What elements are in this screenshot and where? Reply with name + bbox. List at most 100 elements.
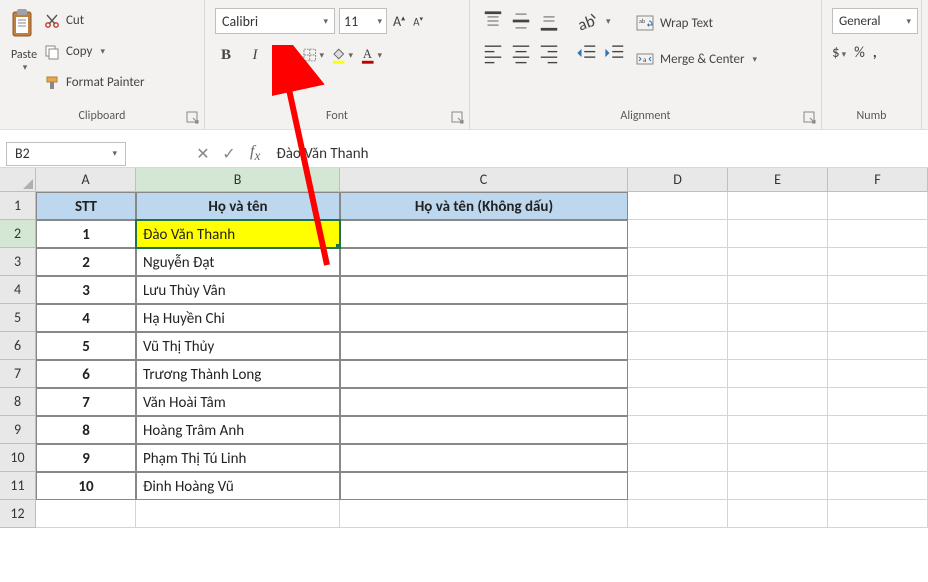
merge-center-button[interactable]: a Merge & Center ▾ — [636, 46, 757, 72]
cell-F5[interactable] — [828, 304, 928, 332]
cell-C5[interactable] — [340, 304, 628, 332]
cell-E11[interactable] — [728, 472, 828, 500]
cell-F7[interactable] — [828, 360, 928, 388]
increase-indent-button[interactable] — [604, 42, 626, 64]
column-header-E[interactable]: E — [728, 168, 828, 192]
cell-B9[interactable]: Hoàng Trâm Anh — [136, 416, 340, 444]
bold-button[interactable]: B — [215, 44, 237, 66]
cell-D1[interactable] — [628, 192, 728, 220]
borders-button[interactable]: ▾ — [302, 44, 324, 66]
currency-button[interactable]: $▾ — [832, 44, 846, 62]
column-header-B[interactable]: B — [136, 168, 340, 192]
cell-E6[interactable] — [728, 332, 828, 360]
fx-icon[interactable]: fx — [250, 143, 260, 164]
row-header-10[interactable]: 10 — [0, 444, 36, 472]
cell-D10[interactable] — [628, 444, 728, 472]
cell-A5[interactable]: 4 — [36, 304, 136, 332]
number-format-select[interactable]: General ▾ — [832, 8, 918, 34]
row-header-3[interactable]: 3 — [0, 248, 36, 276]
cell-E7[interactable] — [728, 360, 828, 388]
cell-F10[interactable] — [828, 444, 928, 472]
row-header-4[interactable]: 4 — [0, 276, 36, 304]
cell-A11[interactable]: 10 — [36, 472, 136, 500]
row-header-9[interactable]: 9 — [0, 416, 36, 444]
cell-B1[interactable]: Họ và tên — [136, 192, 340, 220]
cell-C12[interactable] — [340, 500, 628, 528]
cell-E8[interactable] — [728, 388, 828, 416]
percent-button[interactable]: % — [854, 44, 865, 62]
cell-F1[interactable] — [828, 192, 928, 220]
cell-D12[interactable] — [628, 500, 728, 528]
cell-D8[interactable] — [628, 388, 728, 416]
cell-D6[interactable] — [628, 332, 728, 360]
cell-B8[interactable]: Văn Hoài Tâm — [136, 388, 340, 416]
cell-F9[interactable] — [828, 416, 928, 444]
font-dialog-launcher[interactable] — [451, 111, 465, 125]
cell-E5[interactable] — [728, 304, 828, 332]
cell-A2[interactable]: 1 — [36, 220, 136, 248]
cell-A7[interactable]: 6 — [36, 360, 136, 388]
cell-F6[interactable] — [828, 332, 928, 360]
cell-A10[interactable]: 9 — [36, 444, 136, 472]
align-top-button[interactable] — [482, 10, 504, 32]
cell-B2[interactable]: Đào Văn Thanh — [136, 220, 340, 248]
column-header-F[interactable]: F — [828, 168, 928, 192]
cell-D11[interactable] — [628, 472, 728, 500]
orientation-button[interactable]: ab — [576, 10, 598, 32]
row-header-12[interactable]: 12 — [0, 500, 36, 528]
cell-C10[interactable] — [340, 444, 628, 472]
wrap-text-button[interactable]: ab Wrap Text — [636, 10, 757, 36]
cell-E4[interactable] — [728, 276, 828, 304]
cell-F8[interactable] — [828, 388, 928, 416]
cut-button[interactable]: Cut — [44, 8, 145, 33]
cell-D9[interactable] — [628, 416, 728, 444]
cell-E3[interactable] — [728, 248, 828, 276]
align-center-button[interactable] — [510, 42, 532, 64]
underline-button[interactable]: U▾ — [273, 44, 295, 66]
cell-F12[interactable] — [828, 500, 928, 528]
cell-C6[interactable] — [340, 332, 628, 360]
cell-D2[interactable] — [628, 220, 728, 248]
row-header-8[interactable]: 8 — [0, 388, 36, 416]
align-middle-button[interactable] — [510, 10, 532, 32]
align-left-button[interactable] — [482, 42, 504, 64]
cell-A12[interactable] — [36, 500, 136, 528]
cell-F11[interactable] — [828, 472, 928, 500]
row-header-2[interactable]: 2 — [0, 220, 36, 248]
font-color-button[interactable]: A▾ — [360, 44, 382, 66]
enter-formula-button[interactable]: ✓ — [218, 143, 240, 165]
row-header-5[interactable]: 5 — [0, 304, 36, 332]
cell-D4[interactable] — [628, 276, 728, 304]
font-name-select[interactable]: Calibri ▾ — [215, 8, 335, 34]
cell-D5[interactable] — [628, 304, 728, 332]
cell-C9[interactable] — [340, 416, 628, 444]
italic-button[interactable]: I — [244, 44, 266, 66]
cell-E9[interactable] — [728, 416, 828, 444]
cell-F4[interactable] — [828, 276, 928, 304]
alignment-dialog-launcher[interactable] — [803, 111, 817, 125]
cell-F3[interactable] — [828, 248, 928, 276]
copy-button[interactable]: Copy ▾ — [44, 39, 145, 64]
cell-D7[interactable] — [628, 360, 728, 388]
cell-B3[interactable]: Nguyễn Đạt — [136, 248, 340, 276]
cell-B7[interactable]: Trương Thành Long — [136, 360, 340, 388]
formula-input[interactable]: Đào Văn Thanh — [274, 143, 928, 165]
cell-C1[interactable]: Họ và tên (Không dấu) — [340, 192, 628, 220]
increase-font-button[interactable]: A▴ — [391, 13, 407, 30]
align-bottom-button[interactable] — [538, 10, 560, 32]
cell-C4[interactable] — [340, 276, 628, 304]
row-header-11[interactable]: 11 — [0, 472, 36, 500]
row-header-7[interactable]: 7 — [0, 360, 36, 388]
cell-E10[interactable] — [728, 444, 828, 472]
cell-A3[interactable]: 2 — [36, 248, 136, 276]
cell-E2[interactable] — [728, 220, 828, 248]
cancel-formula-button[interactable]: ✕ — [192, 143, 214, 165]
cell-E12[interactable] — [728, 500, 828, 528]
paste-button[interactable]: Paste ▾ — [6, 4, 42, 99]
clipboard-dialog-launcher[interactable] — [186, 111, 200, 125]
cell-E1[interactable] — [728, 192, 828, 220]
font-size-select[interactable]: 11 ▾ — [339, 8, 387, 34]
cell-A6[interactable]: 5 — [36, 332, 136, 360]
align-right-button[interactable] — [538, 42, 560, 64]
column-header-D[interactable]: D — [628, 168, 728, 192]
